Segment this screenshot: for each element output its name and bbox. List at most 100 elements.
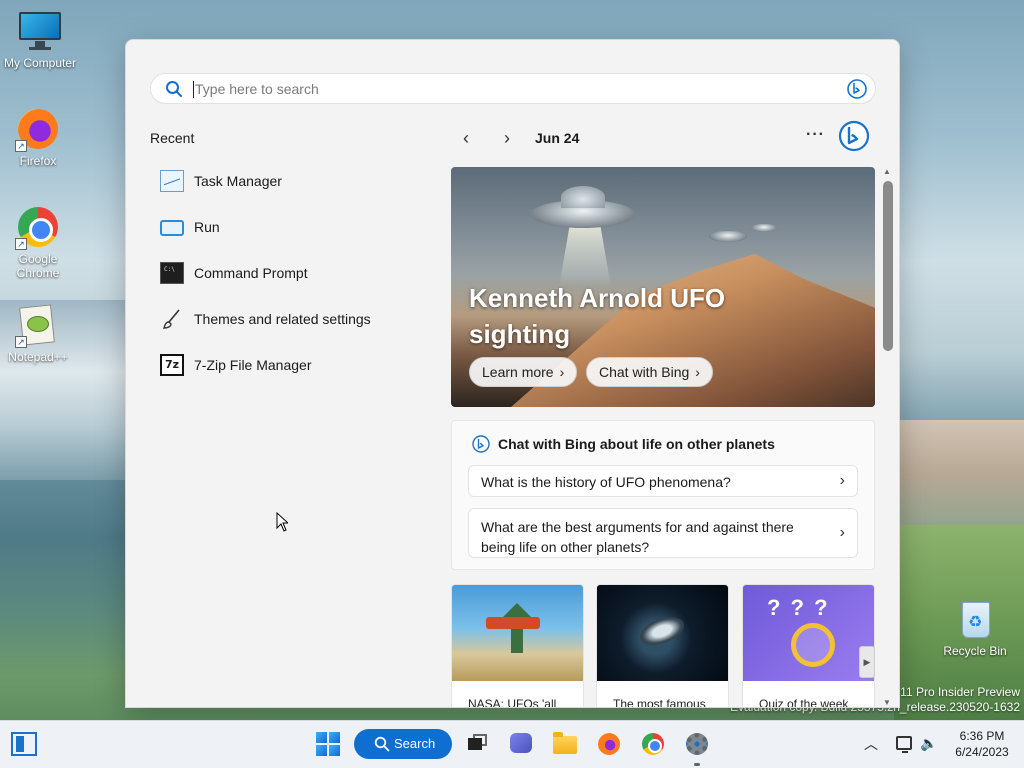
recent-item-label: Task Manager	[194, 173, 282, 189]
show-hidden-icons-button[interactable]: ︿	[864, 734, 878, 754]
bing-chat-icon[interactable]	[847, 79, 867, 99]
notepad-plus-plus-icon: ↗	[15, 302, 61, 348]
quiz-image	[743, 585, 874, 681]
clock[interactable]: 6:36 PM 6/24/2023	[950, 728, 1014, 760]
learn-more-label: Learn more	[482, 364, 554, 380]
desktop-icon-label: My Computer	[3, 56, 77, 70]
recent-item-label: Run	[194, 219, 220, 235]
roswell-sign-image	[452, 585, 583, 681]
chat-with-bing-button[interactable]: Chat with Bing ›	[586, 357, 713, 387]
monitor-icon	[17, 8, 63, 54]
news-tile-caption: Quiz of the week	[759, 697, 849, 708]
chat-icon	[510, 733, 532, 753]
chrome-taskbar-button[interactable]	[637, 728, 669, 760]
question-text: What are the best arguments for and agai…	[481, 519, 794, 555]
ufo-image	[531, 186, 635, 228]
file-explorer-button[interactable]	[549, 728, 581, 760]
settings-taskbar-button[interactable]	[681, 728, 713, 766]
recent-heading: Recent	[150, 130, 195, 146]
chrome-icon	[642, 733, 664, 755]
brush-icon	[162, 309, 180, 329]
command-prompt-icon	[160, 262, 184, 284]
desktop-icon-recycle-bin[interactable]: ♻ Recycle Bin	[935, 596, 1015, 658]
desktop-widget-button[interactable]	[8, 728, 40, 760]
desktop-icon-my-computer[interactable]: My Computer	[0, 8, 80, 70]
text-caret	[193, 81, 194, 98]
bing-chat-card: Chat with Bing about life on other plane…	[451, 420, 875, 570]
hero-card[interactable]: Kenneth Arnold UFO sighting Learn more › …	[451, 167, 875, 407]
next-day-button[interactable]: ›	[497, 128, 517, 148]
bing-icon	[472, 435, 490, 453]
desktop-icon-notepad-plus-plus[interactable]: ↗ Notepad++	[0, 302, 78, 364]
desktop-icon-label: Notepad++	[8, 350, 68, 364]
search-box[interactable]: Type here to search	[150, 73, 876, 104]
shortcut-arrow-icon: ↗	[15, 140, 27, 152]
teams-chat-button[interactable]	[505, 728, 537, 760]
volume-icon[interactable]: 🔈	[920, 735, 937, 752]
recent-item-task-manager[interactable]: Task Manager	[150, 158, 410, 204]
scroll-down-arrow-icon[interactable]: ▼	[883, 698, 891, 707]
bing-question-1[interactable]: What is the history of UFO phenomena? ›	[468, 465, 858, 497]
gear-icon	[686, 733, 708, 755]
tiles-scroll-right-button[interactable]: ▶	[859, 646, 875, 678]
network-icon[interactable]	[896, 736, 912, 753]
recent-item-command-prompt[interactable]: Command Prompt	[150, 250, 410, 296]
search-input[interactable]: Type here to search	[195, 81, 319, 97]
ufo-image	[709, 231, 747, 242]
more-options-button[interactable]: ···	[806, 126, 825, 144]
recent-item-label: 7-Zip File Manager	[194, 357, 312, 373]
bing-chat-card-title-text: Chat with Bing about life on other plane…	[498, 436, 775, 452]
news-tile[interactable]: Quiz of the week	[742, 584, 875, 708]
search-icon	[374, 736, 390, 752]
ufo-space-image	[597, 585, 728, 681]
desktop-icon-label: Firefox	[19, 154, 57, 168]
bing-question-2[interactable]: What are the best arguments for and agai…	[468, 508, 858, 558]
desktop-icon-label: Recycle Bin	[943, 644, 1007, 658]
news-tile-caption: NASA: UFOs 'all	[468, 697, 557, 708]
mouse-cursor-icon	[276, 512, 288, 532]
firefox-icon: ↗	[15, 106, 61, 152]
scroll-up-arrow-icon[interactable]: ▲	[883, 167, 891, 176]
recent-item-7zip[interactable]: 7z 7-Zip File Manager	[150, 342, 410, 388]
task-view-button[interactable]	[460, 728, 492, 760]
news-tile[interactable]: The most famous	[596, 584, 729, 708]
bing-logo-icon[interactable]	[838, 120, 870, 152]
chat-with-bing-label: Chat with Bing	[599, 364, 690, 380]
chevron-right-icon: ›	[695, 364, 700, 380]
ufo-image	[751, 224, 777, 232]
news-tile-caption: The most famous	[613, 697, 706, 708]
firefox-taskbar-button[interactable]	[593, 728, 625, 760]
recent-item-themes[interactable]: Themes and related settings	[150, 296, 410, 342]
scroll-thumb[interactable]	[883, 181, 893, 351]
learn-more-button[interactable]: Learn more ›	[469, 357, 578, 387]
panel-scrollbar[interactable]: ▲ ▼	[881, 167, 895, 707]
taskbar-search-label: Search	[394, 736, 436, 751]
previous-day-button[interactable]: ‹	[456, 128, 476, 148]
folder-icon	[553, 732, 577, 754]
active-indicator	[694, 763, 700, 766]
taskbar-search-button[interactable]: Search	[354, 729, 452, 759]
task-manager-icon	[160, 170, 184, 192]
desktop-icon-google-chrome[interactable]: ↗ Google Chrome	[0, 204, 78, 280]
search-panel: Type here to search Recent Task Manager …	[125, 39, 900, 708]
panel-layout-icon	[11, 732, 37, 756]
start-button[interactable]	[312, 728, 344, 760]
chrome-icon: ↗	[15, 204, 61, 250]
chevron-right-icon: ›	[839, 524, 845, 541]
question-text: What is the history of UFO phenomena?	[481, 474, 731, 490]
recent-list: Task Manager Run Command Prompt Themes a…	[150, 158, 410, 388]
clock-time: 6:36 PM	[959, 729, 1005, 743]
news-tile[interactable]: NASA: UFOs 'all	[451, 584, 584, 708]
desktop-icon-label: Google Chrome	[16, 252, 60, 280]
hero-title: Kenneth Arnold UFO sighting	[469, 283, 726, 349]
search-icon	[166, 81, 182, 97]
desktop-icon-firefox[interactable]: ↗ Firefox	[0, 106, 78, 168]
desktop-wallpaper-right	[894, 420, 1024, 540]
run-icon	[160, 220, 184, 236]
chevron-right-icon: ›	[559, 364, 565, 380]
recent-item-label: Command Prompt	[194, 265, 308, 281]
bing-chat-card-title: Chat with Bing about life on other plane…	[472, 435, 775, 453]
recent-item-run[interactable]: Run	[150, 204, 410, 250]
highlights-date: Jun 24	[535, 130, 580, 146]
chevron-right-icon: ›	[839, 472, 845, 489]
